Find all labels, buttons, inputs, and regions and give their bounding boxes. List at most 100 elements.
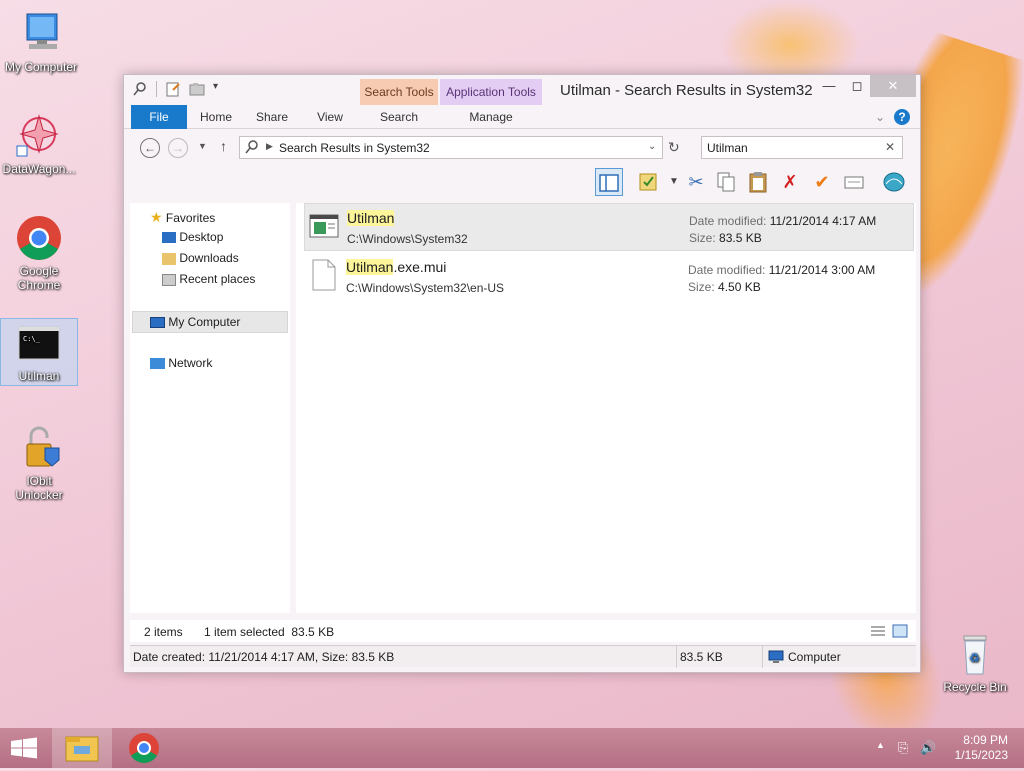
item-status-bar: 2 items 1 item selected 83.5 KB — [130, 620, 916, 642]
nav-desktop[interactable]: Desktop — [162, 230, 223, 244]
exe-file-icon — [309, 212, 339, 243]
svg-text:♻: ♻ — [969, 651, 980, 665]
preview-pane-button[interactable] — [595, 168, 623, 196]
volume-icon[interactable]: 🔊 — [920, 740, 936, 756]
tab-file[interactable]: File — [131, 105, 187, 129]
shell-icon[interactable] — [880, 168, 908, 196]
copy-icon[interactable] — [712, 168, 740, 196]
rename-check-icon[interactable]: ✔ — [808, 168, 836, 196]
large-icons-view-icon[interactable] — [892, 624, 908, 641]
desktop-icon-iobit-unlocker[interactable]: IObit Unlocker — [0, 424, 78, 502]
new-folder-icon[interactable] — [189, 81, 205, 97]
clear-search-icon[interactable]: ✕ — [885, 140, 895, 154]
desktop-icon-label: Recycle Bin — [943, 680, 1007, 694]
taskbar-file-explorer[interactable] — [52, 728, 112, 768]
refresh-icon[interactable]: ↻ — [668, 139, 680, 156]
recent-places-icon — [162, 273, 176, 286]
desktop-icon-label: DataWagon... — [2, 162, 76, 176]
network-tray-icon[interactable]: ⎘ — [898, 740, 908, 756]
command-toolbar: ▼ ✂ ✗ ✔ — [124, 164, 920, 200]
select-all-button[interactable] — [634, 168, 662, 196]
file-name: Utilman — [347, 210, 395, 226]
properties-button[interactable] — [840, 168, 868, 196]
file-size: Size: 83.5 KB — [689, 231, 762, 245]
tab-share[interactable]: Share — [250, 105, 294, 129]
file-date: Date modified: 11/21/2014 3:00 AM — [688, 263, 875, 277]
title-bar[interactable]: ▾ Search Tools Application Tools Utilman… — [124, 75, 920, 105]
recycle-bin-icon: ♻ — [951, 630, 999, 678]
item-count: 2 items — [144, 625, 183, 639]
desktop-icon-label: IObit Unlocker — [15, 474, 63, 502]
start-button[interactable] — [0, 728, 48, 768]
nav-label: Favorites — [165, 211, 216, 225]
application-tools-header: Application Tools — [440, 79, 542, 105]
desktop-icon-google-chrome[interactable]: Google Chrome — [0, 214, 78, 292]
up-button[interactable]: ↑ — [220, 138, 227, 154]
date-label: Date modified: — [688, 263, 766, 277]
tab-manage[interactable]: Manage — [440, 105, 542, 129]
nav-downloads[interactable]: Downloads — [162, 251, 239, 265]
address-bar[interactable]: ▶ Search Results in System32 ⌄ — [239, 136, 663, 159]
tab-home[interactable]: Home — [194, 105, 238, 129]
desktop-icon-datawagon[interactable]: DataWagon... — [0, 112, 78, 176]
search-text: Utilman — [707, 141, 748, 155]
search-tools-header: Search Tools — [360, 79, 438, 105]
nav-network[interactable]: Network — [150, 356, 212, 370]
details-view-icon[interactable] — [870, 624, 886, 641]
nav-label: Downloads — [179, 251, 239, 265]
file-row-utilman-mui[interactable]: Utilman.exe.mui C:\Windows\System32\en-U… — [304, 253, 914, 301]
paste-icon[interactable] — [744, 168, 772, 196]
datawagon-icon — [15, 112, 63, 160]
tab-search[interactable]: Search — [360, 105, 438, 129]
chrome-icon — [15, 214, 63, 262]
window-menu-icon[interactable] — [132, 81, 148, 97]
details-status-bar: Date created: 11/21/2014 4:17 AM, Size: … — [130, 645, 916, 668]
clock[interactable]: 8:09 PM 1/15/2023 — [955, 733, 1008, 763]
navigation-pane: ★ Favorites Desktop Downloads Recent pla… — [130, 203, 290, 613]
address-row: ← → ▼ ↑ ▶ Search Results in System32 ⌄ ↻… — [124, 132, 920, 164]
date-value: 11/21/2014 3:00 AM — [768, 263, 876, 277]
minimize-button[interactable]: — — [816, 75, 842, 97]
file-date: Date modified: 11/21/2014 4:17 AM — [689, 214, 876, 228]
size-label: Size: — [689, 231, 716, 245]
file-row-utilman[interactable]: Utilman C:\Windows\System32 Date modifie… — [304, 203, 914, 251]
breadcrumb-chevron-icon[interactable]: ▶ — [266, 141, 273, 152]
nav-favorites[interactable]: ★ Favorites — [150, 209, 215, 226]
file-path: C:\Windows\System32 — [347, 232, 468, 246]
downloads-icon — [162, 252, 176, 265]
file-details: Date created: 11/21/2014 4:17 AM, Size: … — [133, 650, 395, 664]
file-name-rest: .exe.mui — [393, 259, 447, 275]
cut-icon[interactable]: ✂ — [682, 168, 710, 196]
show-hidden-icons[interactable]: ▲ — [876, 740, 885, 750]
desktop-icon-utilman[interactable]: C:\_ Utilman — [0, 318, 78, 386]
file-path: C:\Windows\System32\en-US — [346, 281, 505, 295]
unlocker-icon — [15, 424, 63, 472]
explorer-window: ▾ Search Tools Application Tools Utilman… — [123, 74, 921, 673]
status-location: Computer — [788, 650, 841, 664]
size-value: 4.50 KB — [718, 280, 761, 294]
file-size: Size: 4.50 KB — [688, 280, 761, 294]
address-dropdown-icon[interactable]: ⌄ — [648, 141, 656, 152]
taskbar: ▲ ⎘ 🔊 8:09 PM 1/15/2023 — [0, 728, 1024, 768]
chrome-icon — [129, 733, 159, 764]
nav-recent-places[interactable]: Recent places — [162, 272, 255, 286]
date-label: Date modified: — [689, 214, 767, 228]
recent-locations-chevron-icon[interactable]: ▼ — [198, 141, 207, 151]
back-button[interactable]: ← — [140, 138, 160, 158]
customize-qat-chevron-icon[interactable]: ▾ — [213, 81, 229, 97]
desktop-icon-recycle-bin[interactable]: ♻ Recycle Bin — [936, 630, 1014, 694]
computer-icon — [150, 317, 165, 329]
delete-icon[interactable]: ✗ — [776, 168, 804, 196]
maximize-button[interactable]: ◻ — [844, 75, 870, 97]
nav-my-computer[interactable]: My Computer — [132, 311, 288, 333]
expand-ribbon-icon[interactable]: ⌄ — [872, 105, 888, 129]
properties-icon[interactable] — [165, 81, 181, 97]
tab-view[interactable]: View — [308, 105, 352, 129]
desktop-icon-my-computer[interactable]: My Computer — [2, 10, 80, 74]
forward-button[interactable]: → — [168, 138, 188, 158]
search-input[interactable]: Utilman ✕ — [701, 136, 903, 159]
help-icon[interactable]: ? — [894, 109, 910, 125]
close-button[interactable]: ✕ — [870, 75, 916, 97]
taskbar-chrome[interactable] — [114, 728, 174, 768]
file-name: Utilman.exe.mui — [346, 259, 446, 275]
